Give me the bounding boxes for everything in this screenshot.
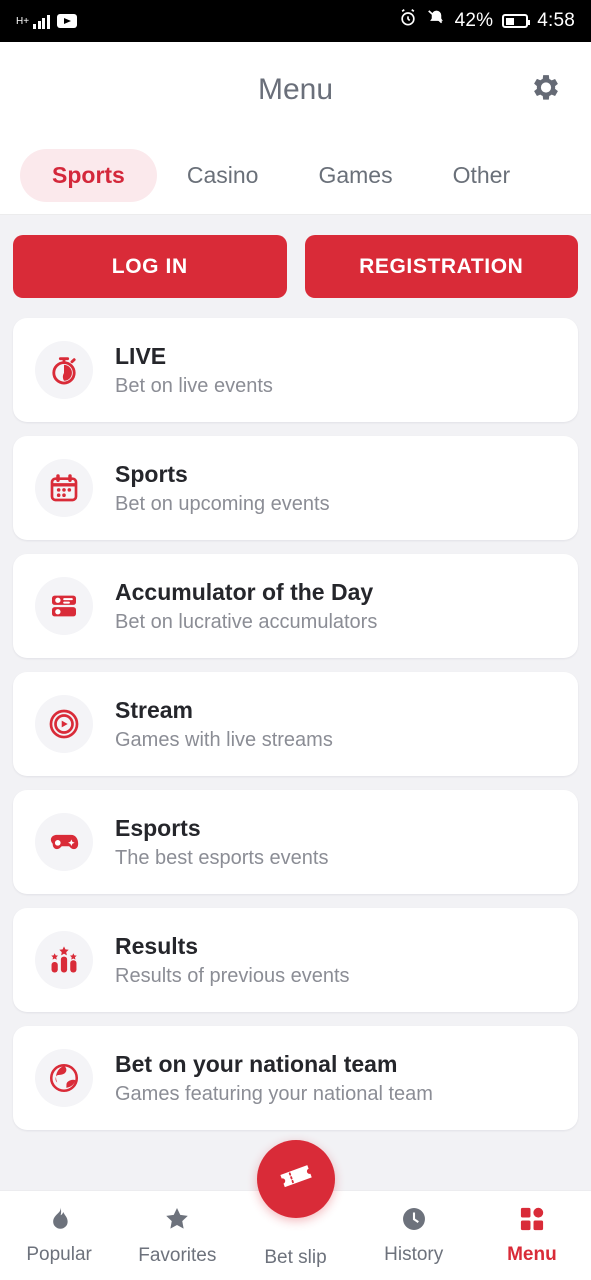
menu-item-subtitle: Bet on lucrative accumulators (115, 610, 378, 633)
status-bar-left: H+ (16, 13, 77, 29)
app-header: Menu (0, 42, 591, 137)
menu-item-title: Esports (115, 814, 201, 841)
bet-slip-fab[interactable] (256, 1140, 335, 1218)
clock-label: 4:58 (537, 10, 575, 31)
tab-sports[interactable]: Sports (20, 149, 157, 202)
menu-item-title: Sports (115, 460, 188, 487)
menu-item-sports[interactable]: Sports Bet on upcoming events (13, 436, 578, 540)
gear-icon[interactable] (529, 70, 563, 109)
network-type-label: H+ (16, 15, 30, 27)
menu-item-text: LIVE Bet on live events (115, 341, 273, 400)
calendar-icon (35, 459, 93, 517)
menu-item-subtitle: Bet on live events (115, 374, 273, 397)
menu-item-bet-on-your-national-team[interactable]: Bet on your national team Games featurin… (13, 1026, 578, 1130)
accumulator-list-icon (35, 577, 93, 635)
menu-item-text: Stream Games with live streams (115, 695, 333, 754)
tab-other[interactable]: Other (423, 149, 541, 202)
menu-item-subtitle: Results of previous events (115, 964, 350, 987)
menu-item-title: LIVE (115, 342, 167, 369)
nav-item-history[interactable]: History (355, 1191, 473, 1280)
menu-item-title: Bet on your national team (115, 1050, 398, 1077)
nav-item-label: Favorites (138, 1245, 217, 1266)
menu-item-text: Accumulator of the Day Bet on lucrative … (115, 577, 377, 636)
play-circle-icon (35, 695, 93, 753)
menu-item-title: Results (115, 932, 199, 959)
menu-item-subtitle: Games featuring your national team (115, 1082, 433, 1105)
menu-item-results[interactable]: Results Results of previous events (13, 908, 578, 1012)
battery-percent-label: 42% (454, 10, 494, 31)
gamepad-icon (35, 813, 93, 871)
podium-stars-icon (35, 931, 93, 989)
login-button[interactable]: LOG IN (13, 235, 287, 298)
menu-item-subtitle: Bet on upcoming events (115, 492, 330, 515)
menu-item-text: Esports The best esports events (115, 813, 328, 872)
bottom-navigation: Popular Favorites Bet slip History Menu (0, 1140, 591, 1280)
alarm-icon (398, 8, 418, 34)
auth-buttons-row: LOG IN REGISTRATION (13, 235, 578, 298)
status-bar: H+ 42% 4:58 (0, 0, 591, 42)
nav-item-menu[interactable]: Menu (473, 1191, 591, 1280)
nav-item-label: Popular (26, 1244, 92, 1265)
page-title: Menu (257, 72, 334, 106)
nav-item-bet-slip[interactable]: Bet slip (236, 1140, 354, 1280)
menu-item-subtitle: The best esports events (115, 846, 329, 869)
menu-item-title: Accumulator of the Day (115, 578, 374, 605)
menu-item-text: Sports Bet on upcoming events (115, 459, 330, 518)
nav-item-favorites[interactable]: Favorites (118, 1191, 236, 1280)
registration-button[interactable]: REGISTRATION (304, 235, 578, 298)
nav-item-popular[interactable]: Popular (0, 1191, 118, 1280)
status-bar-right: 42% 4:58 (398, 8, 575, 34)
nav-item-label: History (384, 1244, 444, 1265)
menu-item-stream[interactable]: Stream Games with live streams (13, 672, 578, 776)
menu-item-accumulator-of-the-day[interactable]: Accumulator of the Day Bet on lucrative … (13, 554, 578, 658)
menu-content: LOG IN REGISTRATION LIVE Bet on live eve… (0, 215, 591, 1168)
ticket-icon (276, 1156, 316, 1202)
grid-icon (518, 1205, 546, 1239)
globe-ball-icon (35, 1049, 93, 1107)
menu-item-live[interactable]: LIVE Bet on live events (13, 318, 578, 422)
tab-casino[interactable]: Casino (157, 149, 289, 202)
clock-icon (400, 1205, 428, 1239)
battery-icon (502, 14, 531, 28)
menu-item-text: Results Results of previous events (115, 931, 350, 990)
star-icon (162, 1204, 192, 1240)
menu-item-title: Stream (115, 696, 193, 723)
bell-muted-icon (427, 9, 446, 34)
menu-item-esports[interactable]: Esports The best esports events (13, 790, 578, 894)
stopwatch-icon (35, 341, 93, 399)
tab-games[interactable]: Games (288, 149, 422, 202)
category-tabs[interactable]: Sports Casino Games Other (0, 137, 591, 215)
nav-item-label: Bet slip (264, 1247, 327, 1268)
menu-item-subtitle: Games with live streams (115, 728, 333, 751)
youtube-icon (56, 14, 77, 28)
nav-item-label: Menu (507, 1244, 557, 1265)
signal-strength-icon (33, 13, 50, 29)
menu-item-text: Bet on your national team Games featurin… (115, 1049, 433, 1108)
flame-icon (45, 1205, 73, 1239)
